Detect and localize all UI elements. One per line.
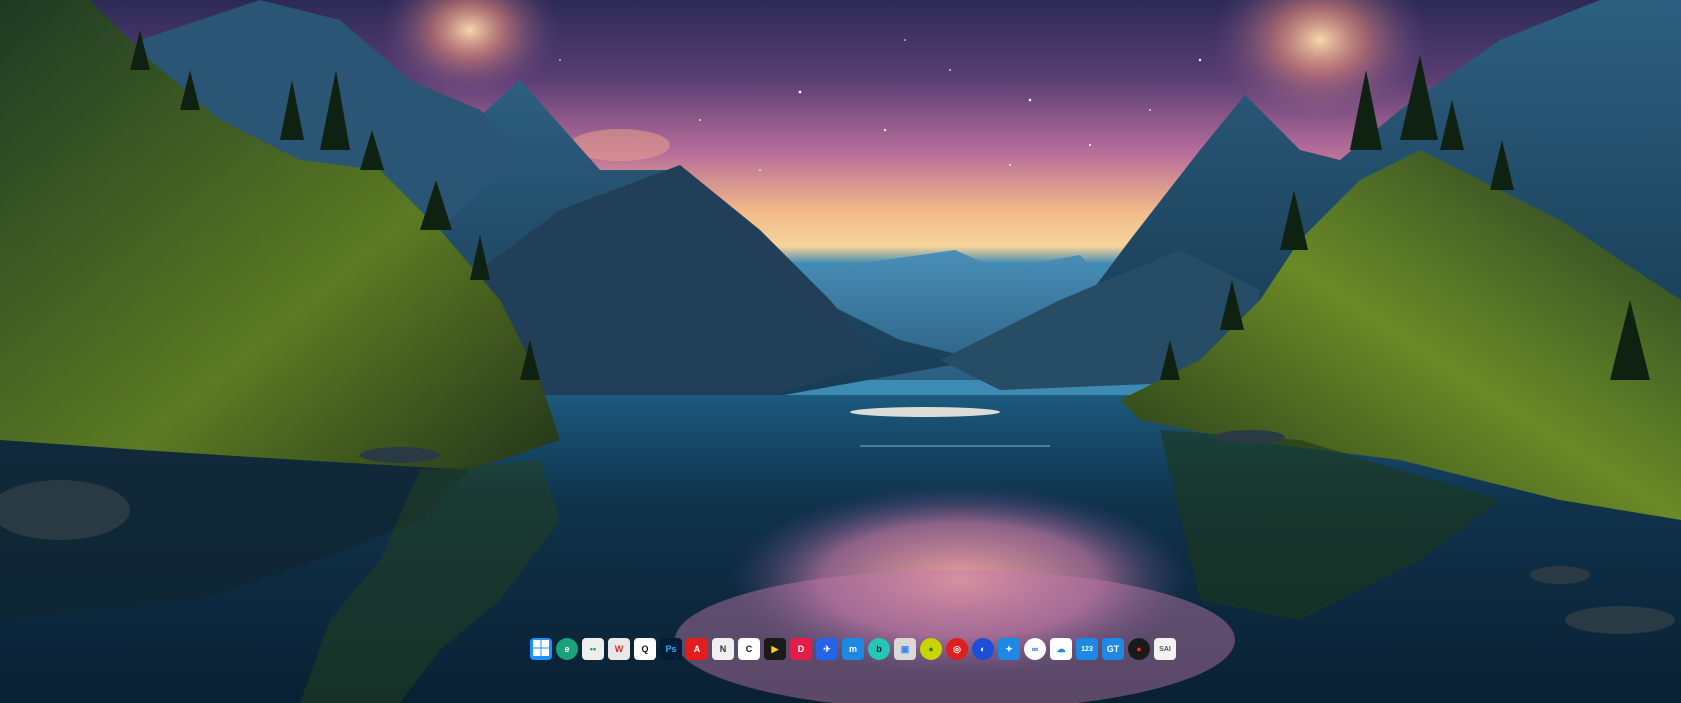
photoshop-app[interactable]: Ps <box>660 638 682 660</box>
cloud-icon: ☁ <box>1056 643 1066 654</box>
wechat-app[interactable]: •• <box>582 638 604 660</box>
notepad-icon: N <box>719 643 727 654</box>
acrobat-icon: A <box>693 643 701 654</box>
recorder-app[interactable]: ● <box>1128 638 1150 660</box>
notepad-app[interactable]: N <box>712 638 734 660</box>
capcut-app[interactable]: C <box>738 638 760 660</box>
netease-music-app[interactable]: ◎ <box>946 638 968 660</box>
sai-app[interactable]: SAI <box>1154 638 1176 660</box>
archive-app[interactable]: ▣ <box>894 638 916 660</box>
wps-icon: W <box>614 643 624 654</box>
qq-penguin-icon: Q <box>641 643 649 654</box>
edge-icon: e <box>564 643 570 654</box>
lanzou-icon: D <box>797 643 805 654</box>
bird-app[interactable]: ✦ <box>998 638 1020 660</box>
edge-app[interactable]: e <box>556 638 578 660</box>
bilibili-app[interactable]: b <box>868 638 890 660</box>
photoshop-icon: Ps <box>665 643 677 654</box>
potplayer-icon: ▶ <box>771 643 779 654</box>
cloud-sync-icon: ∞ <box>1031 643 1039 654</box>
capcut-icon: C <box>745 643 753 654</box>
desktop-wallpaper <box>0 0 1681 703</box>
xunlei-icon: ✈ <box>823 643 831 654</box>
cloud-app[interactable]: ☁ <box>1050 638 1072 660</box>
bird-icon: ✦ <box>1005 643 1013 654</box>
xunlei-app[interactable]: ✈ <box>816 638 838 660</box>
gt-app[interactable]: GT <box>1102 638 1124 660</box>
123-icon: 123 <box>1081 645 1093 653</box>
archive-icon: ▣ <box>900 643 910 654</box>
netease-music-icon: ◎ <box>953 643 961 654</box>
acrobat-app[interactable]: A <box>686 638 708 660</box>
feishu-app[interactable]: ◐ <box>972 638 994 660</box>
wechat-icon: •• <box>589 643 597 654</box>
m-icon: m <box>848 643 857 654</box>
potplayer-app[interactable]: ▶ <box>764 638 786 660</box>
b-circle-icon: b <box>876 643 882 654</box>
start-button[interactable] <box>530 638 552 660</box>
pan123-app[interactable]: 123 <box>1076 638 1098 660</box>
baidu-netdisk-app[interactable]: ∞ <box>1024 638 1046 660</box>
qq-app[interactable]: Q <box>634 638 656 660</box>
windows-logo-icon <box>533 640 549 658</box>
wps-app[interactable]: W <box>608 638 630 660</box>
chrome-like-app[interactable]: ● <box>920 638 942 660</box>
taskbar: e •• W Q Ps A N C ▶ D ✈ m b ▣ ● ◎ ◐ ✦ ∞ ☁ 123 GT ● SAI <box>528 636 1178 662</box>
gt-icon: GT <box>1106 643 1120 654</box>
sai-icon: SAI <box>1159 645 1171 653</box>
record-icon: ● <box>1136 643 1142 654</box>
mweb-app[interactable]: m <box>842 638 864 660</box>
yellow-circle-icon: ● <box>928 643 934 654</box>
feishu-icon: ◐ <box>980 643 986 654</box>
lanzou-app[interactable]: D <box>790 638 812 660</box>
